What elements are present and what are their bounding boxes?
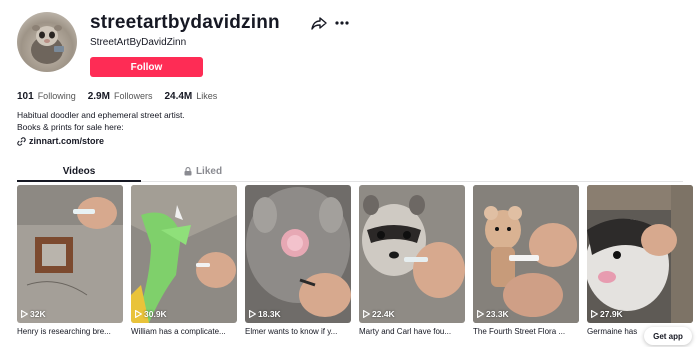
stat-following[interactable]: 101 Following [17,91,76,102]
view-count-text: 30.9K [144,309,167,319]
chalk-art-image [131,185,237,323]
active-tab-indicator [17,180,141,182]
view-count-text: 22.4K [372,309,395,319]
video-card[interactable]: 32K Henry is researching bre... [17,185,123,336]
view-count: 27.9K [591,309,623,319]
play-icon [363,310,370,318]
stat-label: Followers [113,91,153,101]
play-icon [249,310,256,318]
profile-tabs: Videos Liked [17,160,683,182]
video-caption[interactable]: William has a complicate... [131,327,237,336]
play-icon [135,310,142,318]
video-caption[interactable]: The Fourth Street Flora ... [473,327,579,336]
bio-line: Habitual doodler and ephemeral street ar… [17,110,185,120]
video-thumbnail[interactable]: 32K [17,185,123,323]
video-caption[interactable]: Elmer wants to know if y... [245,327,351,336]
profile-avatar[interactable] [17,12,77,72]
more-dots-icon[interactable] [334,15,350,31]
video-thumbnail[interactable]: 27.9K [587,185,693,323]
stat-label: Following [37,91,76,101]
profile-stats: 101 Following 2.9M Followers 24.4M Likes [17,91,217,102]
follow-button[interactable]: Follow [90,57,203,77]
video-card[interactable]: 23.3K The Fourth Street Flora ... [473,185,579,336]
video-caption[interactable]: Marty and Carl have fou... [359,327,465,336]
video-thumbnail[interactable]: 30.9K [131,185,237,323]
chalk-art-image [587,185,693,323]
link-icon [17,136,26,146]
view-count-text: 27.9K [600,309,623,319]
chalk-art-image [17,185,123,323]
stat-value: 24.4M [164,91,193,102]
link-text: zinnart.com/store [29,136,105,146]
get-app-button[interactable]: Get app [644,327,692,345]
video-card[interactable]: 27.9K Germaine has [587,185,693,336]
video-caption[interactable]: Henry is researching bre... [17,327,123,336]
profile-username: streetartbydavidzinn [90,12,280,33]
share-arrow-icon[interactable] [311,15,327,31]
guinea-pig-avatar [31,25,64,64]
tab-videos[interactable]: Videos [17,160,141,182]
view-count: 32K [21,309,46,319]
stat-label: Likes [196,91,218,101]
video-card[interactable]: 30.9K William has a complicate... [131,185,237,336]
stat-likes: 24.4M Likes [164,91,217,102]
tab-label: Liked [195,165,223,177]
profile-link[interactable]: zinnart.com/store [17,136,104,146]
stat-followers[interactable]: 2.9M Followers [88,91,153,102]
play-icon [477,310,484,318]
video-card[interactable]: 22.4K Marty and Carl have fou... [359,185,465,336]
view-count-text: 18.3K [258,309,281,319]
play-icon [21,310,28,318]
chalk-art-image [359,185,465,323]
view-count: 30.9K [135,309,167,319]
tab-label: Videos [62,165,96,177]
view-count: 23.3K [477,309,509,319]
tab-liked[interactable]: Liked [141,160,265,182]
view-count: 18.3K [249,309,281,319]
video-thumbnail[interactable]: 18.3K [245,185,351,323]
view-count-text: 23.3K [486,309,509,319]
view-count-text: 32K [30,309,46,319]
view-count: 22.4K [363,309,395,319]
profile-display-name: StreetArtByDavidZinn [90,37,187,48]
lock-icon [184,166,192,175]
chalk-art-image [245,185,351,323]
stat-value: 101 [17,91,34,102]
video-card[interactable]: 18.3K Elmer wants to know if y... [245,185,351,336]
play-icon [591,310,598,318]
video-thumbnail[interactable]: 23.3K [473,185,579,323]
profile-bio: Habitual doodler and ephemeral street ar… [17,109,185,133]
chalk-art-image [473,185,579,323]
stat-value: 2.9M [87,91,110,102]
bio-line: Books & prints for sale here: [17,122,124,132]
video-thumbnail[interactable]: 22.4K [359,185,465,323]
